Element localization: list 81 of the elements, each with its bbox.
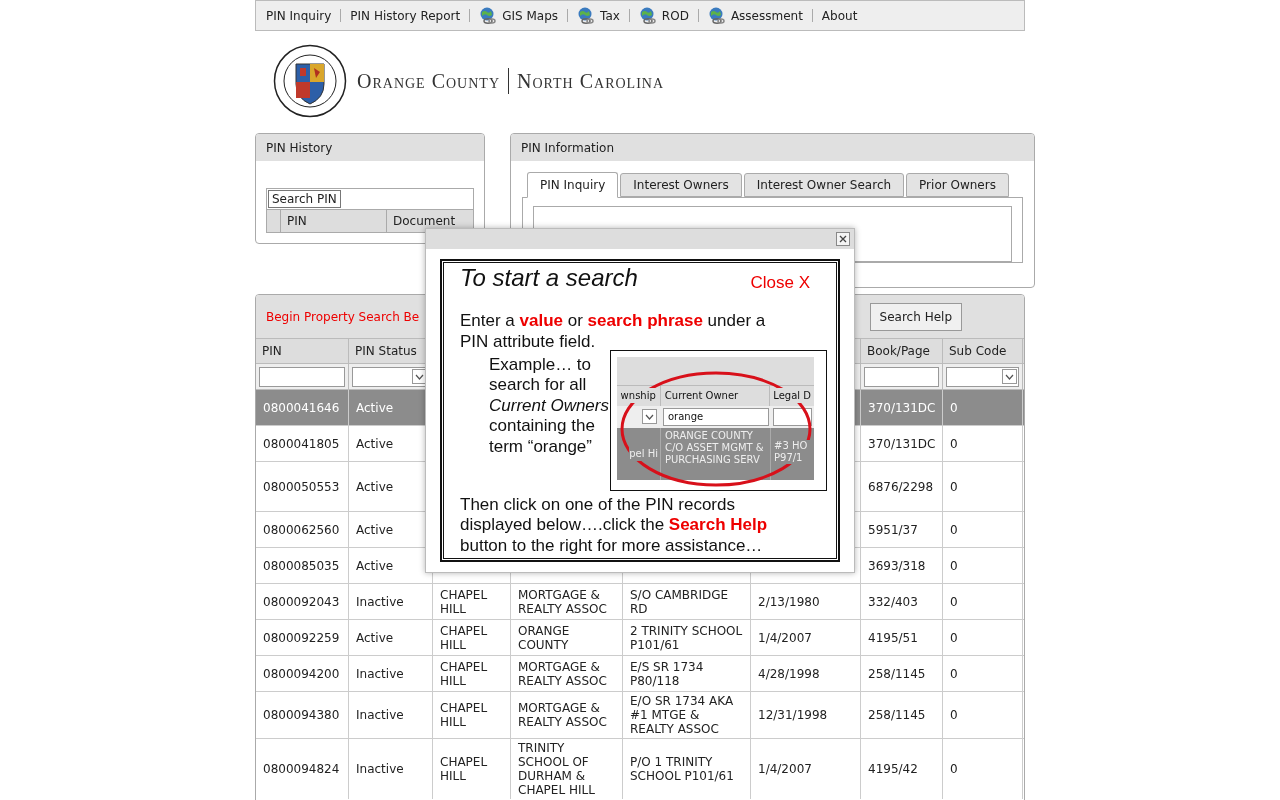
table-cell-text: ORANGE COUNTY [518,622,571,654]
table-cell-text: 4/28/1998 [758,665,820,683]
table-cell-text: CHAPEL HILL [440,586,489,618]
column-header: Book/Page [867,343,930,360]
column-header: Document [392,213,457,230]
table-cell-text: MORTGAGE & REALTY ASSOC [518,586,608,618]
help-title: To start a search [460,265,638,291]
help-instruction: Enter a value or search phrase under a PIN attribute field. [459,309,767,352]
column-header: Legal D [773,388,811,403]
panel-title: Begin Property Search Be [266,308,420,326]
table-cell-text: Inactive [356,761,404,778]
help-example: Example… to search for all Current Owners containing the term “orange” [488,354,610,458]
table-cell-text: CHAPEL HILL [440,700,489,731]
table-cell-text: S/O CAMBRIDGE RD [630,586,730,618]
table-cell-text: 1/4/2007 [758,629,812,647]
table-cell-text: 5951/37 [868,521,918,539]
table-cell-text: Active [356,478,394,496]
table-cell-text: Active [356,399,394,417]
table-cell-text: Inactive [356,593,404,611]
table-cell-text: CHAPEL HILL [440,658,489,690]
table-cell: ORANGE COUNTY C/O ASSET MGMT & PURCHASING SERV [665,429,766,466]
table-cell-text: 0 [950,707,958,724]
panel-title: PIN Information [521,139,615,157]
table-cell-text: 0 [950,761,958,778]
table-cell-text: 0 [950,399,958,417]
table-cell-text: 0800094380 [263,707,340,724]
table-cell-text: 0800085035 [263,557,340,575]
table-cell-text: 0800092043 [263,593,340,611]
table-cell-text: Active [356,521,394,539]
filter-field: orange [663,407,769,426]
table-cell-text: 0800050553 [263,478,340,496]
table-cell-text: Active [356,557,394,575]
column-header: PIN [262,343,282,360]
table-cell-text: 370/131DC [868,435,936,453]
panel-title: PIN History [266,139,333,157]
state-name: North Carolina [517,69,665,94]
table-cell-text: 258/1145 [868,707,926,724]
table-cell-text: 0 [950,478,958,496]
column-header: PIN Status [355,343,417,360]
table-cell-text: 2/13/1980 [758,593,820,611]
table-cell-text: 258/1145 [868,665,926,683]
table-cell: pel Hi [629,446,658,461]
column-header: Sub Code [949,343,1007,360]
table-cell-text: 12/31/1998 [758,707,828,724]
table-cell-text: 2 TRINITY SCHOOL P101/61 [630,622,743,654]
table-cell-text: 0800094200 [263,665,340,683]
table-cell: #3 HO P97/1 [774,439,811,464]
table-cell-text: MORTGAGE & REALTY ASSOC [518,658,608,690]
table-cell-text: 3693/318 [868,557,926,575]
table-cell-text: 370/131DC [868,399,936,417]
table-cell-text: 0800041805 [263,435,340,453]
table-cell-text: 332/403 [868,593,918,611]
table-cell-text: Inactive [356,665,404,683]
table-cell-text: 0 [950,557,958,575]
table-cell-text: 4195/42 [868,761,918,778]
table-cell-text: CHAPEL HILL [440,622,489,654]
table-cell-text: Inactive [356,707,404,724]
table-cell-text: Active [356,435,394,453]
county-name: Orange County [357,69,500,94]
table-cell-text: E/S SR 1734 P80/118 [630,658,705,690]
table-cell-text: 0800062560 [263,521,340,539]
table-cell-text: 0 [950,665,958,683]
table-cell-text: 4195/51 [868,629,918,647]
table-cell-text: E/O SR 1734 AKA #1 MTGE & REALTY ASSOC [630,693,735,738]
column-header: wnship [620,388,656,403]
table-cell-text: 1/4/2007 [758,761,812,778]
table-cell-text: CHAPEL HILL [440,754,489,785]
help-followup: Then click on one of the PIN records displayed below….click the Search Help button to the right for more assistance… [459,494,769,556]
table-cell-text: 0 [950,593,958,611]
table-cell-text: 0800094824 [263,761,340,778]
table-cell-text: TRINITY SCHOOL OF DURHAM & CHAPEL HILL [518,740,596,799]
table-cell-text: 0 [950,435,958,453]
table-cell-text: 0 [950,521,958,539]
table-cell-text: 6876/2298 [868,478,934,496]
table-cell-text: 0800092259 [263,629,340,647]
table-cell-text: P/O 1 TRINITY SCHOOL P101/61 [630,754,735,785]
table-cell-text: 0 [950,629,958,647]
table-cell-text: 0800041646 [263,399,340,417]
table-cell-text: Active [356,629,394,647]
table-cell-text: MORTGAGE & REALTY ASSOC [518,700,608,731]
column-header: PIN [281,210,387,232]
